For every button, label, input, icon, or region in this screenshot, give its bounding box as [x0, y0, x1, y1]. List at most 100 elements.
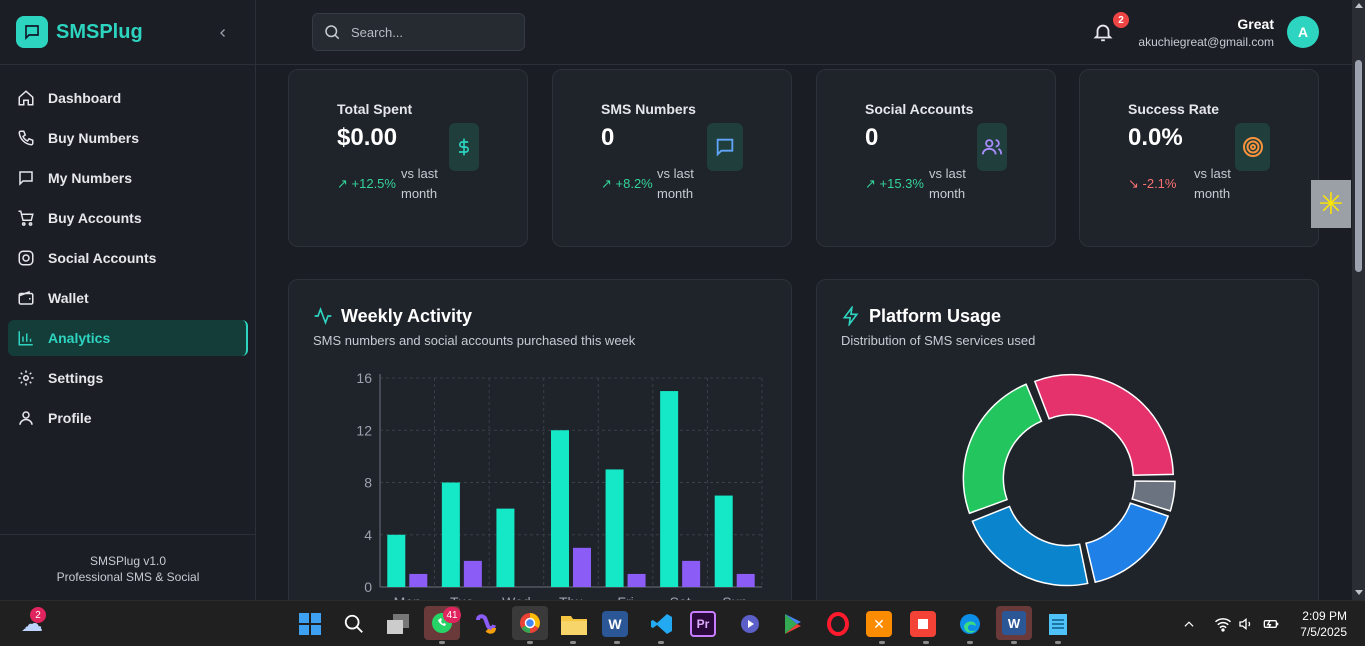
- avatar[interactable]: A: [1287, 16, 1319, 48]
- running-indicator: [570, 641, 576, 644]
- message-icon: [16, 168, 36, 188]
- xampp-icon[interactable]: ✕: [866, 611, 892, 637]
- premiere-icon[interactable]: Pr: [690, 611, 716, 637]
- system-tray: [1182, 601, 1280, 646]
- panel-subtitle: Distribution of SMS services used: [841, 333, 1036, 348]
- scroll-thumb[interactable]: [1355, 60, 1362, 272]
- clock-date: 7/5/2025: [1300, 625, 1347, 639]
- search-box[interactable]: [312, 13, 525, 51]
- edge-icon[interactable]: [954, 608, 986, 640]
- platform-usage-donut: [962, 373, 1176, 587]
- anydesk-icon[interactable]: [910, 611, 936, 637]
- app-version: SMSPlug v1.0: [89, 554, 167, 568]
- stat-change: ↗ +8.2%: [601, 176, 653, 191]
- wifi-icon[interactable]: [1214, 616, 1232, 632]
- running-indicator: [967, 641, 973, 644]
- collapse-sidebar-button[interactable]: [212, 22, 234, 44]
- bar: [605, 469, 624, 587]
- donut-slice: [962, 383, 1043, 515]
- sidebar: SMSPlug Dashboard Buy Numbers My Numbers…: [0, 0, 256, 600]
- y-tick-label: 12: [356, 422, 372, 438]
- sidebar-item-analytics[interactable]: Analytics: [8, 320, 248, 356]
- sidebar-item-label: Analytics: [48, 330, 111, 346]
- clipchamp-icon[interactable]: [734, 608, 766, 640]
- user-info[interactable]: Great akuchiegreat@gmail.com: [1138, 16, 1274, 49]
- word-icon[interactable]: W: [602, 611, 628, 637]
- opera-icon[interactable]: [822, 608, 854, 640]
- clock[interactable]: 2:09 PM 7/5/2025: [1300, 608, 1347, 640]
- bar: [496, 508, 515, 587]
- sidebar-item-profile[interactable]: Profile: [8, 400, 248, 436]
- chevron-up-icon[interactable]: [1182, 617, 1196, 631]
- sidebar-item-label: My Numbers: [48, 170, 133, 186]
- bar: [736, 573, 755, 587]
- gear-icon: [16, 368, 36, 388]
- stat-value: 0: [601, 124, 615, 151]
- stat-value: $0.00: [337, 124, 398, 151]
- notepad-icon[interactable]: [1042, 608, 1074, 640]
- sidebar-item-label: Profile: [48, 410, 92, 426]
- sidebar-item-label: Buy Numbers: [48, 130, 140, 146]
- bar: [682, 560, 701, 587]
- sidebar-item-social-accounts[interactable]: Social Accounts: [8, 240, 248, 276]
- sidebar-item-my-numbers[interactable]: My Numbers: [8, 160, 248, 196]
- dollar-icon: [449, 123, 479, 171]
- stat-card-social-accounts: Social Accounts 0 ↗ +15.3% vs last month: [816, 69, 1056, 247]
- search-input[interactable]: [351, 24, 511, 40]
- users-icon: [977, 123, 1007, 171]
- file-explorer-icon[interactable]: [558, 608, 590, 640]
- chrome-icon[interactable]: [512, 606, 548, 640]
- stat-label: Total Spent: [337, 101, 413, 117]
- word-window-icon[interactable]: W: [996, 606, 1032, 640]
- stat-change: ↗ +15.3%: [865, 176, 924, 191]
- donut-slice: [1085, 502, 1170, 584]
- volume-icon[interactable]: [1238, 616, 1254, 632]
- sidebar-item-wallet[interactable]: Wallet: [8, 280, 248, 316]
- user-icon: [16, 408, 36, 428]
- running-indicator: [1011, 641, 1017, 644]
- copilot-icon[interactable]: [470, 608, 502, 640]
- stat-change: ↘ -2.1%: [1128, 176, 1177, 191]
- vscode-icon[interactable]: [646, 608, 678, 640]
- sidebar-item-settings[interactable]: Settings: [8, 360, 248, 396]
- running-indicator: [614, 641, 620, 644]
- floating-widget-sparkle-icon[interactable]: ✳: [1311, 180, 1351, 228]
- battery-icon[interactable]: [1262, 616, 1280, 632]
- bar: [463, 560, 482, 587]
- windows-start-icon[interactable]: [294, 608, 326, 640]
- target-icon: [1235, 123, 1270, 171]
- bar-chart-icon: [16, 328, 36, 348]
- bar: [660, 391, 679, 587]
- activity-icon: [314, 306, 332, 326]
- sidebar-item-dashboard[interactable]: Dashboard: [8, 80, 248, 116]
- stat-card-success-rate: Success Rate 0.0% ↘ -2.1% vs last month: [1079, 69, 1319, 247]
- sidebar-item-buy-accounts[interactable]: Buy Accounts: [8, 200, 248, 236]
- platform-usage-panel: Platform Usage Distribution of SMS servi…: [816, 279, 1319, 600]
- scroll-up-arrow[interactable]: [1355, 3, 1363, 8]
- taskbar-search-icon[interactable]: [338, 608, 370, 640]
- bar: [714, 495, 733, 587]
- notification-count-badge: 2: [1113, 12, 1129, 28]
- play-store-icon[interactable]: [778, 608, 810, 640]
- bar: [551, 430, 569, 587]
- donut-slice: [971, 505, 1089, 587]
- stat-card-sms-numbers: SMS Numbers 0 ↗ +8.2% vs last month: [552, 69, 792, 247]
- notifications-button[interactable]: [1092, 20, 1114, 44]
- sidebar-item-label: Settings: [48, 370, 104, 386]
- main-content: Total Spent $0.00 ↗ +12.5% vs last month…: [256, 65, 1352, 600]
- panel-title: Weekly Activity: [341, 306, 473, 326]
- sidebar-nav: Dashboard Buy Numbers My Numbers Buy Acc…: [8, 80, 248, 440]
- lightning-icon: [842, 306, 859, 326]
- panel-title: Platform Usage: [869, 306, 1002, 326]
- bell-icon: [1093, 24, 1113, 42]
- stat-label: Social Accounts: [865, 101, 974, 117]
- running-indicator: [527, 641, 533, 644]
- scroll-down-arrow[interactable]: [1355, 590, 1363, 595]
- whatsapp-badge: 41: [443, 607, 461, 623]
- app-tagline: Professional SMS & Social: [56, 570, 200, 584]
- sidebar-item-buy-numbers[interactable]: Buy Numbers: [8, 120, 248, 156]
- user-email: akuchiegreat@gmail.com: [1138, 35, 1274, 49]
- search-icon: [325, 25, 340, 40]
- page-scrollbar[interactable]: [1352, 0, 1365, 600]
- task-view-icon[interactable]: [382, 608, 414, 640]
